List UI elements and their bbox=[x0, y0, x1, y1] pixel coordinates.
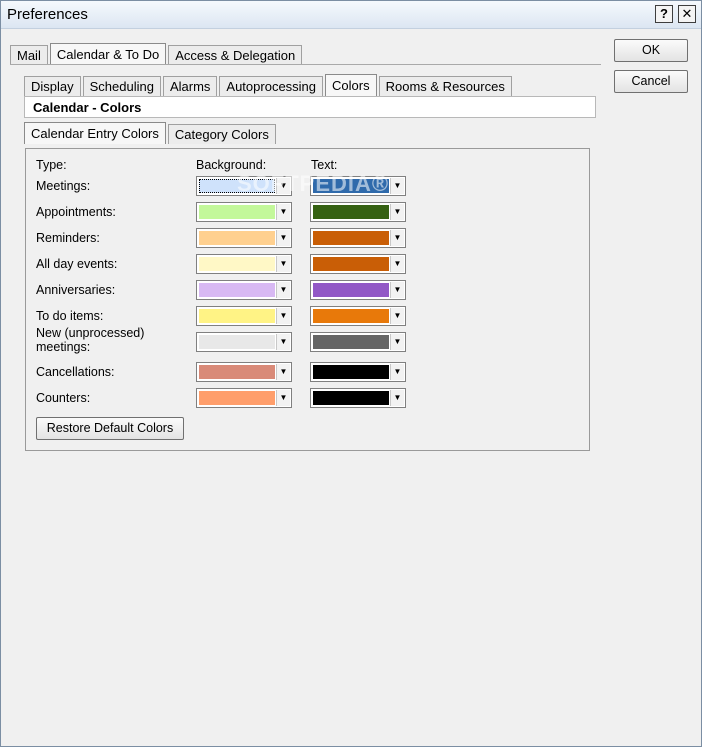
main-tabs-divider bbox=[10, 64, 601, 65]
color-swatch bbox=[199, 335, 275, 349]
new-unprocessed-meetings-text-color-dropdown[interactable]: ▼ bbox=[310, 332, 406, 352]
dropdown-arrow-icon[interactable]: ▼ bbox=[390, 364, 404, 380]
appointments-text-color-dropdown[interactable]: ▼ bbox=[310, 202, 406, 222]
cancel-button[interactable]: Cancel bbox=[614, 70, 688, 93]
row-label-cancellations: Cancellations: bbox=[36, 365, 115, 379]
anniversaries-text-color-dropdown[interactable]: ▼ bbox=[310, 280, 406, 300]
color-swatch bbox=[313, 231, 389, 245]
main-tabs: Mail Calendar & To Do Access & Delegation bbox=[10, 43, 304, 65]
color-swatch bbox=[313, 283, 389, 297]
help-button[interactable]: ? bbox=[655, 5, 673, 23]
subtab-autoprocessing[interactable]: Autoprocessing bbox=[219, 76, 324, 96]
ok-button[interactable]: OK bbox=[614, 39, 688, 62]
sub-tabs: Display Scheduling Alarms Autoprocessing Col… bbox=[24, 74, 514, 96]
color-swatch bbox=[313, 179, 389, 193]
dropdown-arrow-icon[interactable]: ▼ bbox=[276, 308, 290, 324]
cancellations-background-color-dropdown[interactable]: ▼ bbox=[196, 362, 292, 382]
dropdown-arrow-icon[interactable]: ▼ bbox=[276, 256, 290, 272]
dropdown-arrow-icon[interactable]: ▼ bbox=[390, 334, 404, 350]
row-label-all-day-events: All day events: bbox=[36, 257, 118, 271]
subtab-alarms[interactable]: Alarms bbox=[162, 76, 218, 96]
subtab-rooms-resources[interactable]: Rooms & Resources bbox=[378, 76, 512, 96]
subtab-colors[interactable]: Colors bbox=[325, 74, 377, 96]
dropdown-arrow-icon[interactable]: ▼ bbox=[390, 256, 404, 272]
color-swatch bbox=[313, 257, 389, 271]
color-swatch bbox=[199, 365, 275, 379]
colors-panel: Type: Background: Text: Meetings: ▼ ▼ Appoi… bbox=[25, 148, 590, 451]
close-button[interactable]: ✕ bbox=[678, 5, 696, 23]
anniversaries-background-color-dropdown[interactable]: ▼ bbox=[196, 280, 292, 300]
color-swatch bbox=[199, 391, 275, 405]
all-day-events-background-color-dropdown[interactable]: ▼ bbox=[196, 254, 292, 274]
title-bar: Preferences ? ✕ bbox=[1, 1, 701, 29]
tab-mail[interactable]: Mail bbox=[10, 45, 48, 65]
color-swatch bbox=[199, 205, 275, 219]
row-label-to-do-items: To do items: bbox=[36, 309, 104, 323]
counters-background-color-dropdown[interactable]: ▼ bbox=[196, 388, 292, 408]
dropdown-arrow-icon[interactable]: ▼ bbox=[276, 204, 290, 220]
dropdown-arrow-icon[interactable]: ▼ bbox=[276, 178, 290, 194]
row-label-meetings: Meetings: bbox=[36, 179, 91, 193]
window-title: Preferences bbox=[7, 6, 88, 23]
background-column-header: Background: bbox=[196, 158, 267, 172]
meetings-background-color-dropdown[interactable]: ▼ bbox=[196, 176, 292, 196]
all-day-events-text-color-dropdown[interactable]: ▼ bbox=[310, 254, 406, 274]
color-swatch bbox=[199, 257, 275, 271]
counters-text-color-dropdown[interactable]: ▼ bbox=[310, 388, 406, 408]
meetings-text-color-dropdown[interactable]: ▼ bbox=[310, 176, 406, 196]
section-header: Calendar - Colors bbox=[24, 96, 596, 118]
dropdown-arrow-icon[interactable]: ▼ bbox=[390, 230, 404, 246]
subtab-scheduling[interactable]: Scheduling bbox=[82, 76, 161, 96]
row-label-new-unprocessed-meetings: New (unprocessed) meetings: bbox=[36, 326, 145, 354]
dropdown-arrow-icon[interactable]: ▼ bbox=[276, 364, 290, 380]
to-do-items-text-color-dropdown[interactable]: ▼ bbox=[310, 306, 406, 326]
restore-default-colors-button[interactable]: Restore Default Colors bbox=[36, 417, 184, 440]
tab-access-delegation[interactable]: Access & Delegation bbox=[168, 45, 303, 65]
dropdown-arrow-icon[interactable]: ▼ bbox=[390, 178, 404, 194]
color-swatch bbox=[313, 365, 389, 379]
dropdown-arrow-icon[interactable]: ▼ bbox=[390, 308, 404, 324]
reminders-background-color-dropdown[interactable]: ▼ bbox=[196, 228, 292, 248]
color-swatch bbox=[199, 283, 275, 297]
dropdown-arrow-icon[interactable]: ▼ bbox=[390, 204, 404, 220]
color-swatch bbox=[313, 205, 389, 219]
row-label-reminders: Reminders: bbox=[36, 231, 100, 245]
cancellations-text-color-dropdown[interactable]: ▼ bbox=[310, 362, 406, 382]
dropdown-arrow-icon[interactable]: ▼ bbox=[390, 390, 404, 406]
dropdown-arrow-icon[interactable]: ▼ bbox=[276, 334, 290, 350]
color-tab-calendar-entry-colors[interactable]: Calendar Entry Colors bbox=[24, 122, 166, 144]
reminders-text-color-dropdown[interactable]: ▼ bbox=[310, 228, 406, 248]
type-column-header: Type: bbox=[36, 158, 67, 172]
color-swatch bbox=[313, 335, 389, 349]
color-swatch bbox=[199, 231, 275, 245]
tab-calendar-to-do[interactable]: Calendar & To Do bbox=[49, 43, 167, 65]
new-unprocessed-meetings-background-color-dropdown[interactable]: ▼ bbox=[196, 332, 292, 352]
dropdown-arrow-icon[interactable]: ▼ bbox=[276, 282, 290, 298]
section-title: Calendar - Colors bbox=[33, 100, 142, 115]
subtab-display[interactable]: Display bbox=[24, 76, 81, 96]
dropdown-arrow-icon[interactable]: ▼ bbox=[276, 390, 290, 406]
text-column-header: Text: bbox=[311, 158, 338, 172]
to-do-items-background-color-dropdown[interactable]: ▼ bbox=[196, 306, 292, 326]
dropdown-arrow-icon[interactable]: ▼ bbox=[390, 282, 404, 298]
color-swatch bbox=[313, 309, 389, 323]
color-swatch bbox=[199, 179, 275, 193]
row-label-counters: Counters: bbox=[36, 391, 91, 405]
color-tabs: Calendar Entry Colors Category Colors bbox=[24, 122, 278, 144]
appointments-background-color-dropdown[interactable]: ▼ bbox=[196, 202, 292, 222]
color-tab-category-colors[interactable]: Category Colors bbox=[167, 124, 276, 144]
dropdown-arrow-icon[interactable]: ▼ bbox=[276, 230, 290, 246]
color-swatch bbox=[313, 391, 389, 405]
color-swatch bbox=[199, 309, 275, 323]
row-label-appointments: Appointments: bbox=[36, 205, 116, 219]
row-label-anniversaries: Anniversaries: bbox=[36, 283, 116, 297]
preferences-dialog: Preferences ? ✕ Mail Calendar & To Do Acce… bbox=[0, 0, 702, 747]
